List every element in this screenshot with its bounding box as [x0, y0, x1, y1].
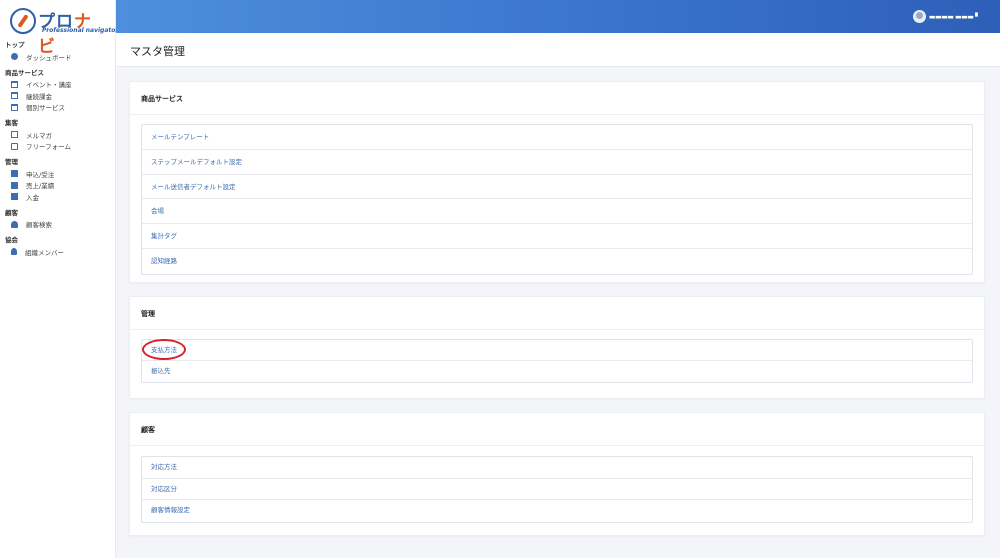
sidebar-item-label: メルマガ: [26, 131, 52, 140]
folder-icon: [11, 170, 18, 178]
list-item-referral-source[interactable]: 認知経路: [142, 249, 972, 274]
mail-icon: [11, 131, 18, 139]
sidebar-item-mail-magazine[interactable]: メルマガ: [0, 129, 116, 141]
nav-section-association: 協会 組織メンバー: [0, 235, 116, 258]
user-menu[interactable]: ▬▬▬▬ ▬▬▬ ▘: [912, 10, 981, 23]
sidebar-item-subscriptions[interactable]: 継続課金: [0, 90, 116, 102]
sidebar-item-label: ダッシュボード: [26, 53, 72, 62]
calendar-icon: [11, 92, 18, 100]
nav-heading: 協会: [5, 236, 18, 244]
master-list: メールテンプレート ステップメールデフォルト設定 メール送信者デフォルト設定 会…: [141, 124, 973, 275]
nav-section-customers: 顧客 顧客検索: [0, 208, 116, 231]
sidebar-item-free-form[interactable]: フリーフォーム: [0, 141, 116, 153]
sidebar-item-label: イベント・講座: [26, 81, 72, 90]
master-list: 対応方法 対応区分 顧客情報設定: [141, 456, 973, 523]
logo-subtitle: Professional navigator: [42, 27, 119, 34]
sidebar-item-dashboard[interactable]: ダッシュボード: [0, 51, 116, 63]
card-header: 管理: [130, 297, 984, 330]
card-title: 商品サービス: [141, 95, 183, 103]
sidebar-item-label: 売上/業績: [26, 182, 55, 191]
sidebar-item-label: 継続課金: [26, 92, 52, 101]
dashboard-icon: [11, 53, 18, 61]
top-header: ▬▬▬▬ ▬▬▬ ▘: [116, 0, 1000, 33]
list-item-payment-method[interactable]: 支払方法: [142, 340, 972, 361]
calendar-icon: [11, 103, 18, 111]
folder-icon: [11, 181, 18, 189]
folder-icon: [11, 193, 18, 201]
card-management: 管理 支払方法 振込先: [129, 296, 985, 399]
list-item-aggregate-tag[interactable]: 集計タグ: [142, 224, 972, 249]
card-header: 顧客: [130, 413, 984, 446]
nav-heading: 管理: [5, 158, 18, 166]
list-item-venue[interactable]: 会場: [142, 199, 972, 225]
list-item-step-mail-default[interactable]: ステップメールデフォルト設定: [142, 150, 972, 175]
document-icon: [11, 142, 18, 150]
user-name: ▬▬▬▬ ▬▬▬ ▘: [928, 12, 981, 21]
list-item-mail-template[interactable]: メールテンプレート: [142, 125, 972, 150]
calendar-icon: [11, 80, 18, 88]
card-products: 商品サービス メールテンプレート ステップメールデフォルト設定 メール送信者デフ…: [129, 81, 985, 283]
sidebar-item-label: フリーフォーム: [26, 143, 71, 152]
sidebar-item-payments[interactable]: 入金: [0, 191, 116, 203]
list-item-customer-info-settings[interactable]: 顧客情報設定: [142, 500, 972, 522]
nav-heading: 集客: [5, 119, 18, 127]
master-list: 支払方法 振込先: [141, 339, 973, 383]
list-item-support-category[interactable]: 対応区分: [142, 479, 972, 500]
compass-icon: [10, 8, 36, 34]
nav-section-management: 管理 申込/受注 売上/業績 入金: [0, 157, 116, 203]
card-header: 商品サービス: [130, 82, 984, 115]
sidebar-item-events[interactable]: イベント・講座: [0, 79, 116, 91]
sidebar-item-label: 申込/受注: [26, 170, 55, 179]
nav-section-marketing: 集客 メルマガ フリーフォーム: [0, 118, 116, 152]
sidebar-item-orders[interactable]: 申込/受注: [0, 168, 116, 180]
app-logo[interactable]: プロナビ Professional navigator: [8, 6, 118, 57]
sidebar-item-members[interactable]: 組織メンバー: [0, 246, 116, 258]
list-item-bank-destination[interactable]: 振込先: [142, 361, 972, 382]
sidebar-item-label: 組織メンバー: [25, 248, 64, 257]
user-icon: [11, 248, 17, 256]
sidebar-item-customer-search[interactable]: 顧客検索: [0, 219, 116, 231]
sidebar-item-individual-services[interactable]: 個別サービス: [0, 102, 116, 114]
avatar: [912, 10, 926, 23]
users-icon: [11, 220, 18, 228]
sidebar-item-label: 入金: [26, 193, 39, 202]
list-item-support-method[interactable]: 対応方法: [142, 457, 972, 479]
sidebar-item-sales[interactable]: 売上/業績: [0, 180, 116, 192]
nav-heading: 顧客: [5, 208, 18, 217]
list-item-sender-default[interactable]: メール送信者デフォルト設定: [142, 175, 972, 200]
card-customers: 顧客 対応方法 対応区分 顧客情報設定: [129, 412, 985, 536]
sidebar-item-label: 顧客検索: [26, 221, 52, 230]
nav-section-top: トップ ダッシュボード: [0, 40, 116, 63]
page-title: マスタ管理: [130, 45, 185, 58]
card-title: 管理: [141, 310, 155, 318]
sidebar-item-label: 個別サービス: [26, 104, 65, 113]
sidebar: プロナビ Professional navigator トップ ダッシュボード …: [0, 0, 118, 558]
nav-section-products: 商品サービス イベント・講座 継続課金 個別サービス: [0, 68, 116, 114]
nav-heading: 商品サービス: [5, 68, 44, 77]
page-title-bar: マスタ管理: [116, 33, 1000, 67]
nav-heading: トップ: [5, 41, 25, 49]
sidebar-nav: トップ ダッシュボード 商品サービス イベント・講座 継続課金 個別サービス 集…: [0, 40, 116, 263]
card-title: 顧客: [141, 426, 155, 434]
